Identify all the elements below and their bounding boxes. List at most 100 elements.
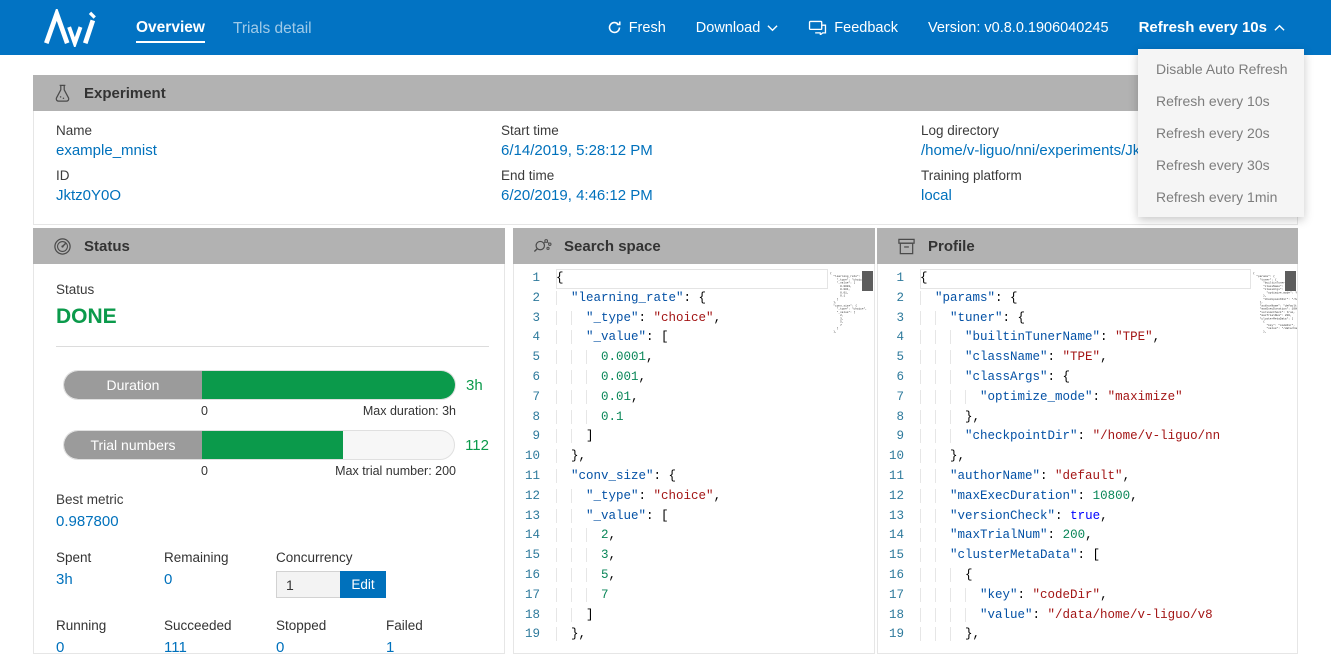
profile-panel-title: Profile (928, 238, 975, 255)
code-line: "tuner": { (920, 309, 1251, 329)
status-value: DONE (56, 305, 489, 329)
experiment-id-field: ID Jktz0Y0O (56, 168, 501, 204)
end-time-field: End time 6/20/2019, 4:46:12 PM (501, 168, 921, 204)
code-line: 7 (556, 586, 828, 606)
scrollbar-thumb[interactable] (862, 271, 873, 291)
code-line: 2, (556, 526, 828, 546)
code-line: "checkpointDir": "/home/v-liguo/nn (920, 427, 1251, 447)
code-line: 5, (556, 566, 828, 586)
duration-scale: 0 Max duration: 3h (201, 404, 456, 418)
download-menu-button[interactable]: Download (696, 20, 779, 36)
code-line: "clusterMetaData": [ (920, 546, 1251, 566)
flask-icon (53, 84, 72, 103)
refresh-menu-item[interactable]: Refresh every 20s (1138, 117, 1304, 149)
refresh-menu-item[interactable]: Refresh every 10s (1138, 85, 1304, 117)
code-line: 3, (556, 546, 828, 566)
line-number-gutter: 12345678910111213141516171819 (878, 269, 920, 653)
refresh-menu-item[interactable]: Disable Auto Refresh (1138, 53, 1304, 85)
refresh-menu-item[interactable]: Refresh every 30s (1138, 149, 1304, 181)
trial-numbers-scale: 0 Max trial number: 200 (201, 464, 456, 478)
code-line: 0.01, (556, 388, 828, 408)
edit-concurrency-button[interactable]: Edit (340, 571, 386, 598)
gauge-icon (53, 237, 72, 256)
running-field: Running 0 (56, 618, 164, 654)
search-space-panel-title: Search space (564, 238, 661, 255)
stopped-field: Stopped 0 (276, 618, 386, 654)
refresh-menu-item[interactable]: Refresh every 1min (1138, 181, 1304, 213)
divider (56, 346, 489, 347)
experiment-panel-header: Experiment (33, 75, 1298, 111)
code-line: "optimize_mode": "maximize" (920, 388, 1251, 408)
experiment-panel-title: Experiment (84, 85, 166, 102)
code-line: 0.0001, (556, 348, 828, 368)
code-line: "className": "TPE", (920, 348, 1251, 368)
code-content: { "params": { "tuner": { "builtinTunerNa… (920, 269, 1251, 653)
search-space-editor[interactable]: 12345678910111213141516171819{ "learning… (514, 264, 874, 653)
line-number-gutter: 12345678910111213141516171819 (514, 269, 556, 653)
tab-overview[interactable]: Overview (136, 13, 205, 43)
status-panel-title: Status (84, 238, 130, 255)
profile-editor[interactable]: 12345678910111213141516171819{ "params":… (878, 264, 1297, 653)
concurrency-control: Concurrency Edit (276, 550, 489, 598)
chevron-down-icon (767, 24, 778, 32)
code-line: { (920, 566, 1251, 586)
remaining-field: Remaining 0 (164, 550, 276, 598)
code-line: "learning_rate": { (556, 289, 828, 309)
status-panel-header: Status (33, 228, 505, 264)
editor-minimap[interactable]: { "learning_rate": { "_type": "choice", … (828, 269, 874, 653)
code-line: "maxTrialNum": 200, (920, 526, 1251, 546)
best-metric-field: Best metric 0.987800 (56, 492, 489, 530)
profile-panel-header: Profile (877, 228, 1298, 264)
archive-box-icon (897, 237, 916, 256)
refresh-interval-selector[interactable]: Refresh every 10s (1139, 19, 1285, 36)
failed-field: Failed 1 (386, 618, 489, 654)
top-navbar: Overview Trials detail Fresh Download Fe… (0, 0, 1331, 55)
code-line: "_type": "choice", (556, 487, 828, 507)
feedback-button[interactable]: Feedback (808, 20, 898, 36)
spent-field: Spent 3h (56, 550, 164, 598)
status-panel: Status Status DONE Duration 3h 0 Max dur… (33, 228, 505, 654)
concurrency-input[interactable] (276, 571, 340, 598)
code-line: "builtinTunerName": "TPE", (920, 328, 1251, 348)
duration-progress-bar: Duration 3h (63, 370, 489, 400)
code-line: 0.001, (556, 368, 828, 388)
code-line: { (556, 269, 828, 289)
chevron-up-icon (1274, 24, 1285, 32)
editor-minimap[interactable]: { "params": { "tuner": { "builtinTunerNa… (1251, 269, 1297, 653)
refresh-icon (607, 20, 622, 35)
code-line: { (920, 269, 1251, 289)
code-line: "conv_size": { (556, 467, 828, 487)
code-line: }, (556, 625, 828, 645)
code-line: ] (556, 606, 828, 626)
code-line: "_value": [ (556, 328, 828, 348)
nav-actions: Fresh Download Feedback Version: v0.8.0.… (607, 19, 1285, 36)
refresh-interval-dropdown: Disable Auto RefreshRefresh every 10sRef… (1138, 49, 1304, 217)
feedback-icon (808, 20, 827, 35)
code-line: "_type": "choice", (556, 309, 828, 329)
profile-panel: Profile 12345678910111213141516171819{ "… (877, 228, 1298, 654)
code-line: ] (556, 427, 828, 447)
status-label: Status (56, 282, 489, 297)
code-line: "value": "/data/home/v-liguo/v8 (920, 606, 1251, 626)
experiment-details: Name example_mnist ID Jktz0Y0O Start tim… (33, 111, 1298, 225)
search-space-panel: Search space 123456789101112131415161718… (513, 228, 875, 654)
code-line: "key": "codeDir", (920, 586, 1251, 606)
code-line: }, (920, 447, 1251, 467)
trial-numbers-progress-bar: Trial numbers 112 (63, 430, 489, 460)
search-space-panel-header: Search space (513, 228, 875, 264)
code-line: 0.1 (556, 408, 828, 428)
code-line: "maxExecDuration": 10800, (920, 487, 1251, 507)
code-line: }, (920, 408, 1251, 428)
fresh-button[interactable]: Fresh (607, 20, 666, 36)
nni-logo (38, 9, 104, 47)
scrollbar-thumb[interactable] (1285, 271, 1296, 291)
tab-trials-detail[interactable]: Trials detail (233, 14, 312, 42)
code-content: { "learning_rate": { "_type": "choice", … (556, 269, 828, 653)
code-line: "versionCheck": true, (920, 507, 1251, 527)
code-line: "classArgs": { (920, 368, 1251, 388)
start-time-field: Start time 6/14/2019, 5:28:12 PM (501, 123, 921, 159)
code-line: "params": { (920, 289, 1251, 309)
code-line: }, (556, 447, 828, 467)
code-line: "authorName": "default", (920, 467, 1251, 487)
code-line: "_value": [ (556, 507, 828, 527)
